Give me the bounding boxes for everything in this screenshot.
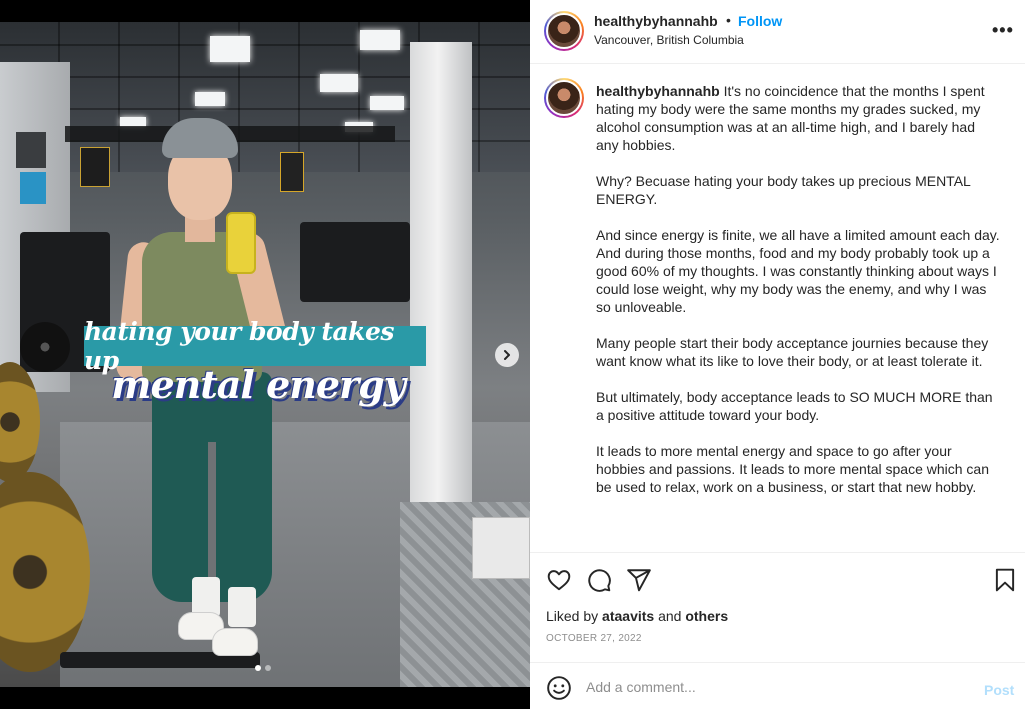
follow-button[interactable]: Follow [738,13,782,29]
liked-by-user-link[interactable]: ataavits [602,608,654,624]
emoji-icon[interactable] [546,675,572,701]
caption-paragraph: Why? Becuase hating your body takes up p… [596,173,971,207]
carousel-dot-1[interactable] [255,665,261,671]
heart-icon[interactable] [546,567,572,593]
chevron-right-icon [504,350,510,360]
post-actions: Liked by ataavits and others OCTOBER 27,… [530,552,1025,662]
comment-input[interactable] [586,673,966,701]
post-header: healthybyhannahb • Follow Vancouver, Bri… [530,0,1025,64]
caption-scroll-area[interactable]: healthybyhannahb It's no coincidence tha… [530,64,1025,552]
comment-bar: Post [530,662,1025,709]
caption-paragraph: But ultimately, body acceptance leads to… [596,389,993,423]
share-icon[interactable] [626,567,652,593]
location-link[interactable]: Vancouver, British Columbia [594,33,744,47]
avatar[interactable] [544,11,584,51]
post-media: hating your body takes up mental energy [0,0,530,709]
caption-avatar[interactable] [544,78,584,118]
phone [226,212,256,274]
carousel-dots [255,665,271,671]
next-slide-button[interactable] [495,343,519,367]
caption-paragraph: Many people start their body acceptance … [596,335,989,369]
caption-text: healthybyhannahb It's no coincidence tha… [596,82,1000,514]
liked-by-others-link[interactable]: others [685,608,728,624]
post-details-panel: healthybyhannahb • Follow Vancouver, Bri… [530,0,1025,709]
more-icon[interactable]: ••• [992,20,1014,41]
caption-paragraph: It leads to more mental energy and space… [596,443,990,495]
comment-icon[interactable] [586,567,612,593]
header-separator: • [726,12,731,28]
carousel-dot-2[interactable] [265,665,271,671]
bookmark-icon[interactable] [992,567,1018,593]
overlay-caption-line1: hating your body takes up [84,317,426,375]
overlay-caption-line2: mental energy [111,362,406,407]
header-username[interactable]: healthybyhannahb [594,13,718,29]
caption-paragraph: healthybyhannahb It's no coincidence tha… [596,83,985,153]
post-date[interactable]: OCTOBER 27, 2022 [546,633,642,644]
post-comment-button[interactable]: Post [984,682,1014,698]
caption-paragraph: And since energy is finite, we all have … [596,227,1000,315]
caption-username[interactable]: healthybyhannahb [596,83,720,99]
liked-by: Liked by ataavits and others [546,608,729,624]
